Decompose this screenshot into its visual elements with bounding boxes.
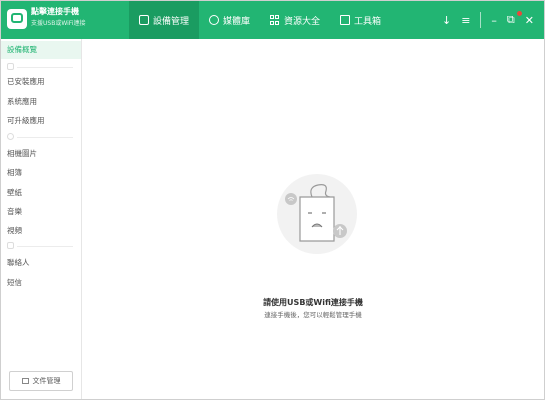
minimize-button[interactable]: – [491,14,497,27]
app-window: 點擊連接手機 支援USB或WiFi連接 設備管理 媒體庫 資源大全 工具箱 ↓ … [0,0,545,400]
connect-message-subtitle: 連接手機後，您可以輕鬆管理手機 [264,311,362,319]
tab-label: 資源大全 [284,16,321,27]
window-controls: ↓ ≡ – ⧉ ✕ [442,1,534,39]
play-circle-icon [209,15,220,25]
divider [480,12,482,28]
restore-button[interactable]: ⧉ [507,13,515,27]
phone-icon [139,15,149,25]
grid-icon [270,15,280,25]
sidebar-item-sms[interactable]: 短信 [1,274,81,292]
sidebar-item-device-overview[interactable]: 設備概覽 [1,41,81,59]
sidebar-item-camera-photos[interactable]: 相機圖片 [1,145,81,163]
notification-dot [517,11,522,16]
divider [17,137,73,138]
tab-label: 媒體庫 [223,16,251,27]
toolbox-icon [340,15,351,25]
main-content: 請使用USB或Wifi連接手機 連接手機後，您可以輕鬆管理手機 [82,39,544,399]
app-logo-icon [7,9,27,29]
sidebar-item-contacts[interactable]: 聯絡人 [1,254,81,272]
folder-icon [21,378,29,384]
divider [17,246,73,247]
tab-resources[interactable]: 資源大全 [260,1,330,39]
sidebar-item-music[interactable]: 音樂 [1,203,81,221]
connect-message-title: 請使用USB或Wifi連接手機 [263,298,363,307]
menu-icon[interactable]: ≡ [461,14,470,27]
sidebar-item-albums[interactable]: 相簿 [1,164,81,182]
apps-group-icon [7,63,14,70]
sidebar: 設備概覽 已安裝應用 系統應用 可升級應用 相機圖片 相簿 壁紙 音樂 視頻 聯… [1,39,82,399]
close-button[interactable]: ✕ [525,14,534,27]
app-subtitle: 支援USB或WiFi連接 [31,20,86,27]
divider [17,67,73,68]
download-icon[interactable]: ↓ [442,14,451,27]
media-group-icon [7,133,14,140]
tab-media-library[interactable]: 媒體庫 [199,1,260,39]
sidebar-item-video[interactable]: 視頻 [1,222,81,240]
sidebar-item-system-apps[interactable]: 系統應用 [1,93,81,111]
tab-toolbox[interactable]: 工具箱 [330,1,391,39]
tab-device-management[interactable]: 設備管理 [129,1,200,39]
top-bar: 點擊連接手機 支援USB或WiFi連接 設備管理 媒體庫 資源大全 工具箱 ↓ … [1,1,544,39]
disconnected-phone-illustration [277,174,357,254]
sidebar-item-wallpaper[interactable]: 壁紙 [1,184,81,202]
app-title: 點擊連接手機 [31,7,79,16]
tab-label: 工具箱 [354,16,382,27]
sidebar-item-upgradable-apps[interactable]: 可升級應用 [1,112,81,130]
tab-label: 設備管理 [153,16,190,27]
main-nav: 設備管理 媒體庫 資源大全 工具箱 [129,1,391,39]
file-manager-label: 文件管理 [32,377,61,385]
sidebar-item-installed-apps[interactable]: 已安裝應用 [1,73,81,91]
file-manager-button[interactable]: 文件管理 [9,371,73,391]
contacts-group-icon [7,242,14,249]
